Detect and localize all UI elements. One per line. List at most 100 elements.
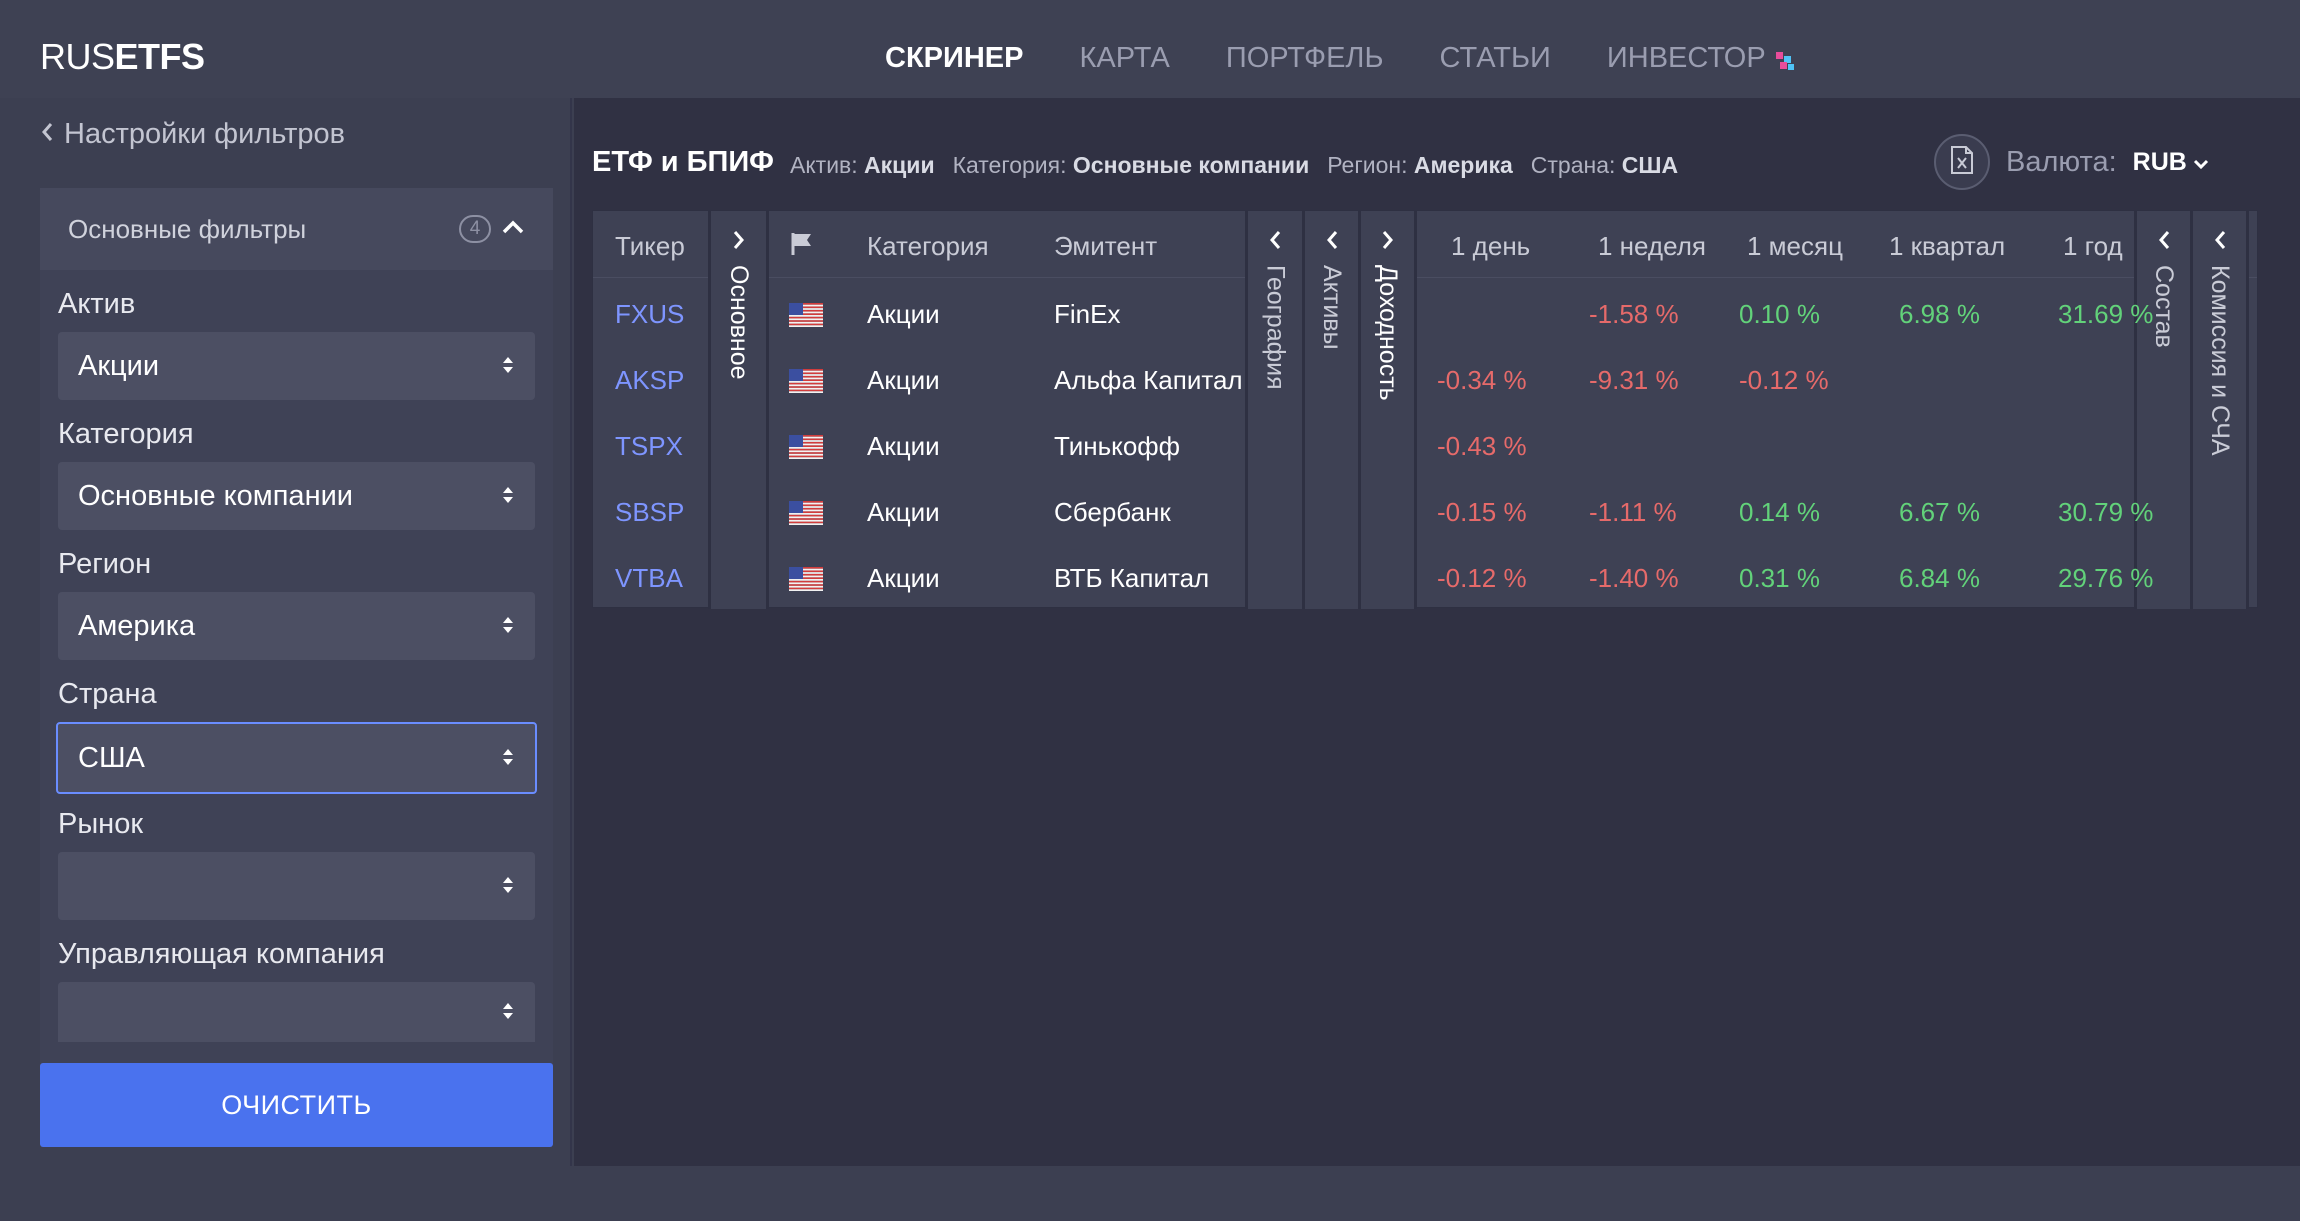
page-title: ЕТФ и БПИФ (592, 146, 774, 178)
nav-screener[interactable]: СКРИНЕР (885, 38, 1023, 78)
cell-category: Акции (867, 299, 940, 329)
cell-1d: -0.12 % (1437, 563, 1527, 593)
crumb-value: США (1621, 152, 1679, 178)
col-divider (2246, 211, 2249, 609)
crumb-key: Категория: (952, 152, 1067, 178)
region-select-value: Америка (78, 609, 196, 642)
crumb-value: Америка (1413, 152, 1513, 178)
back-to-filter-settings[interactable]: Настройки фильтров (40, 118, 345, 151)
table-row[interactable]: SBSP Акции Сбербанк -0.15 % -1.11 % 0.14 % 6.6… (593, 211, 2257, 607)
category-select[interactable]: Основные компании (58, 462, 535, 530)
cell-ticker[interactable]: VTBA (615, 563, 683, 594)
excel-file-icon (1949, 145, 1975, 180)
cell-1m: 0.31 % (1739, 563, 1820, 593)
cell-1d: -0.43 % (1437, 431, 1527, 461)
chevron-left-icon (2157, 229, 2171, 256)
currency-dropdown[interactable]: RUB (2133, 148, 2209, 177)
col-header-1q[interactable]: 1 квартал (1889, 231, 2005, 262)
table-row[interactable]: FXUS Акции FinEx -1.58 % 0.10 % 6.98 % 31.69 % (593, 211, 2257, 607)
main-filters-header[interactable]: Основные фильтры 4 (40, 188, 553, 270)
chevron-right-icon (732, 229, 746, 256)
crumb-asset: Актив: Акции (790, 152, 935, 179)
main-filters-panel: Основные фильтры 4 Актив Акции Категория… (40, 188, 553, 1143)
export-excel-button[interactable] (1934, 134, 1990, 190)
region-select[interactable]: Америка (58, 592, 535, 660)
category-select-value: Основные компании (78, 479, 353, 512)
chevron-left-icon (40, 118, 54, 151)
group-label-composition: Состав (2150, 265, 2178, 348)
sort-arrows-icon (501, 870, 515, 903)
col-header-1d[interactable]: 1 день (1451, 231, 1530, 262)
cell-ticker[interactable]: SBSP (615, 497, 684, 528)
us-flag-icon (789, 501, 823, 526)
sort-arrows-icon (501, 742, 515, 775)
col-header-1w[interactable]: 1 неделя (1598, 231, 1706, 262)
cell-issuer: Тинькофф (1054, 431, 1181, 461)
nav-map[interactable]: КАРТА (1079, 38, 1169, 78)
group-composition-toggle[interactable]: Состав (2137, 211, 2190, 609)
col-header-1m[interactable]: 1 месяц (1747, 231, 1843, 262)
investor-logo-icon (1774, 47, 1796, 70)
logo[interactable]: RUSETFS (40, 36, 205, 78)
cell-ticker[interactable]: AKSP (615, 365, 684, 396)
country-select[interactable]: США (56, 722, 537, 794)
chevron-up-icon[interactable] (501, 218, 525, 241)
field-label-country: Страна (58, 678, 157, 710)
nav-articles[interactable]: СТАТЬИ (1440, 38, 1551, 78)
table-row[interactable]: AKSP Акции Альфа Капитал -0.34 % -9.31 % -0.1… (593, 211, 2257, 607)
crumb-key: Актив: (790, 152, 858, 178)
logo-bold-text: ETFS (114, 36, 206, 77)
cell-issuer: Сбербанк (1054, 497, 1171, 527)
group-returns-toggle[interactable]: Доходность (1361, 211, 1414, 609)
market-select[interactable] (58, 852, 535, 920)
currency-value: RUB (2132, 148, 2187, 176)
screener-main: ЕТФ и БПИФ Актив: Акции Категория: Основ… (574, 98, 2300, 1166)
crumb-key: Страна: (1530, 152, 1616, 178)
crumb-value: Акции (864, 152, 935, 178)
chevron-right-icon (1381, 229, 1395, 256)
group-assets-toggle[interactable]: Активы (1305, 211, 1358, 609)
currency-label: Валюта: (2006, 146, 2117, 178)
crumb-country: Страна: США (1531, 152, 1678, 179)
col-divider (766, 211, 769, 609)
us-flag-icon (789, 369, 823, 394)
country-select-value: США (78, 741, 145, 774)
cell-1m: -0.12 % (1739, 365, 1829, 395)
col-header-issuer[interactable]: Эмитент (1054, 231, 1157, 262)
table-row[interactable]: VTBA Акции ВТБ Капитал -0.12 % -1.40 % 0.31 %… (593, 211, 2257, 607)
group-main-toggle[interactable]: Основное (711, 211, 766, 609)
back-link-label: Настройки фильтров (64, 118, 346, 150)
col-header-flag[interactable] (789, 231, 815, 264)
us-flag-icon (789, 435, 823, 460)
table-row[interactable]: TSPX Акции Тинькофф -0.43 % (593, 211, 2257, 607)
cell-1m: 0.14 % (1739, 497, 1820, 527)
flag-icon (789, 233, 815, 263)
cell-1w: -1.58 % (1589, 299, 1679, 329)
group-geography-toggle[interactable]: География (1248, 211, 1302, 609)
group-fees-toggle[interactable]: Комиссия и СЧА (2193, 211, 2246, 609)
group-label-assets: Активы (1318, 265, 1346, 350)
chevron-down-icon (2193, 148, 2209, 177)
cell-1w: -1.11 % (1589, 497, 1677, 527)
col-header-ticker[interactable]: Тикер (615, 231, 685, 262)
col-header-category[interactable]: Категория (867, 231, 989, 262)
cell-ticker[interactable]: FXUS (615, 299, 684, 330)
clear-filters-button[interactable]: ОЧИСТИТЬ (40, 1063, 553, 1147)
chevron-left-icon (1268, 229, 1282, 256)
cell-ticker[interactable]: TSPX (615, 431, 683, 462)
cell-issuer: ВТБ Капитал (1054, 563, 1210, 593)
crumb-category: Категория: Основные компании (953, 152, 1310, 179)
header-divider (593, 277, 2257, 278)
active-filters-summary: Актив: Акции Категория: Основные компани… (790, 152, 1678, 179)
cell-1q: 6.98 % (1899, 299, 1980, 329)
filter-sidebar: Настройки фильтров Основные фильтры 4 Ак… (0, 98, 572, 1166)
cell-1w: -9.31 % (1589, 365, 1679, 395)
management-company-select[interactable] (58, 982, 535, 1042)
asset-select[interactable]: Акции (58, 332, 535, 400)
nav-portfolio[interactable]: ПОРТФЕЛЬ (1226, 38, 1384, 78)
panel-title: Основные фильтры (68, 213, 307, 244)
nav-investor[interactable]: ИНВЕСТОР (1607, 38, 1796, 78)
cell-category: Акции (867, 563, 940, 593)
col-header-1y[interactable]: 1 год (2063, 231, 2123, 262)
nav-investor-label: ИНВЕСТОР (1606, 41, 1766, 74)
